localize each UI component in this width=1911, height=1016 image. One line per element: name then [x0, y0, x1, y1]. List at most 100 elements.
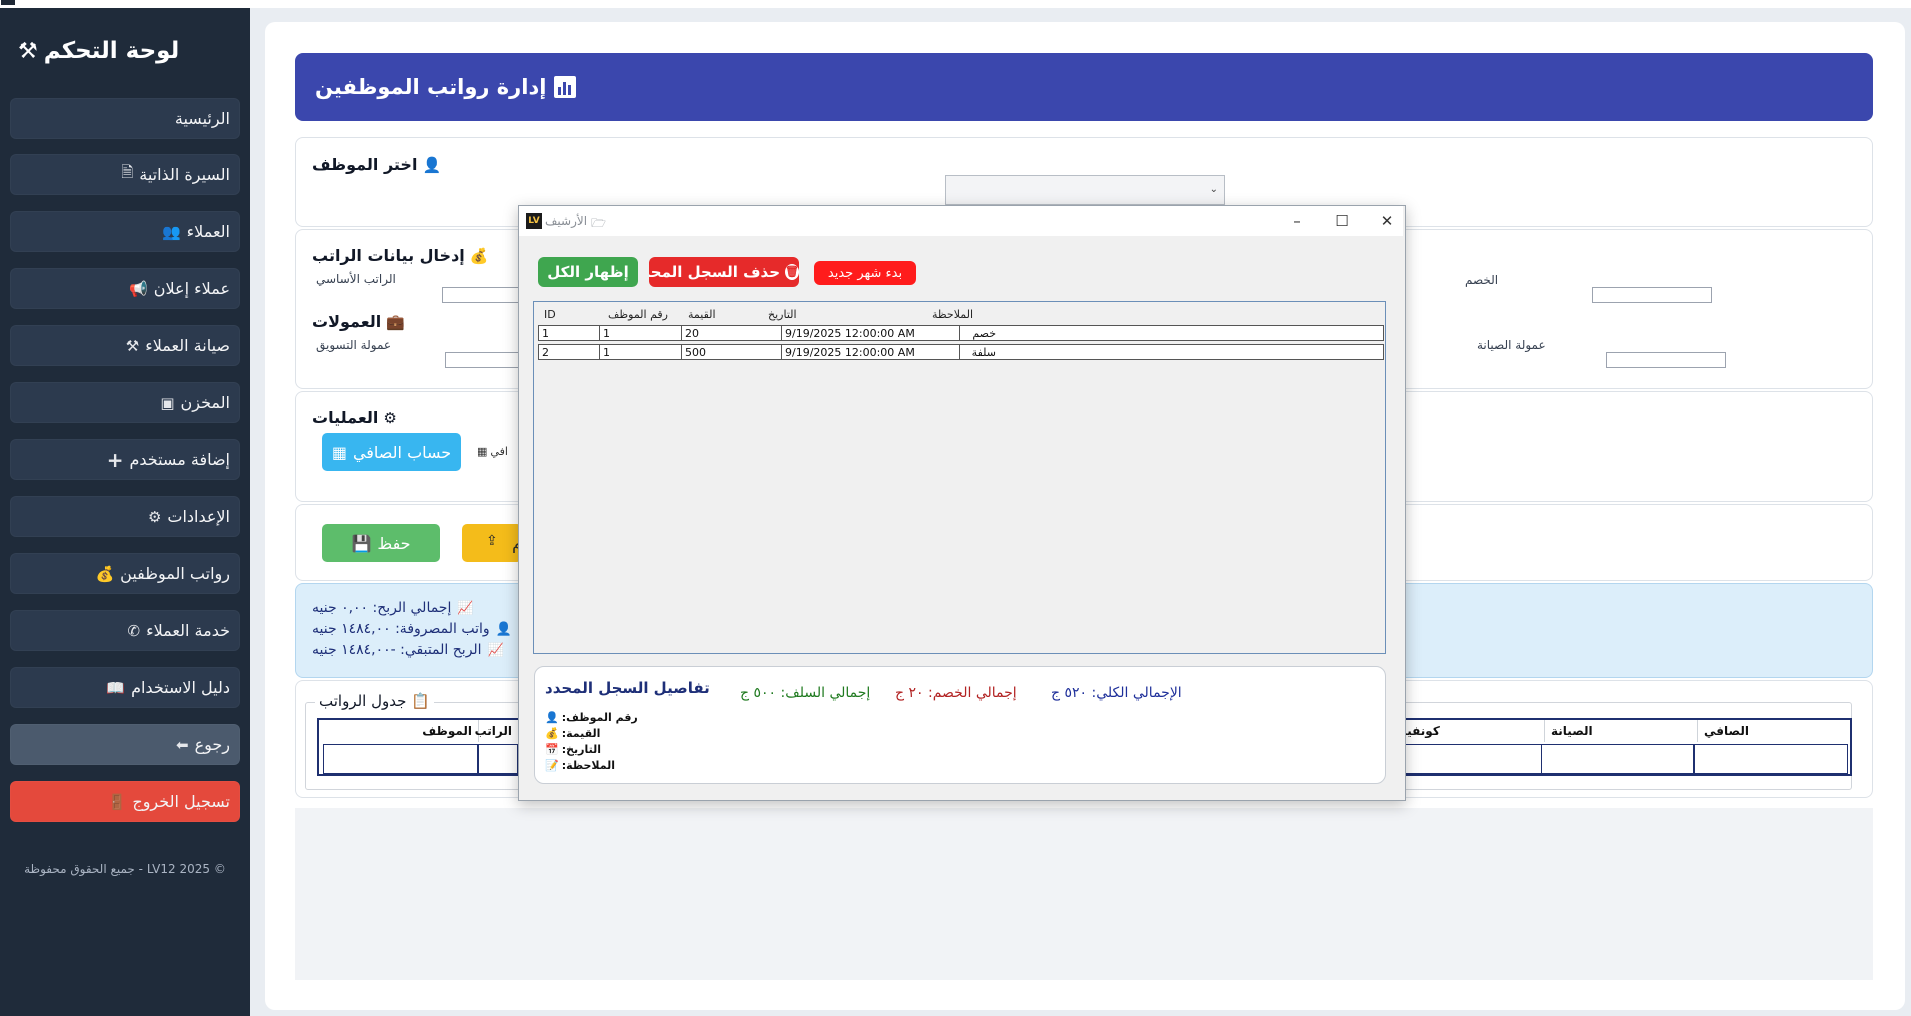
table-row[interactable]: 1 1 20 9/19/2025 12:00:00 AM خصم [538, 325, 1384, 341]
commissions-section-title: 💼 العمولات [312, 312, 405, 331]
plus-icon: + [106, 447, 124, 472]
table-row[interactable]: 2 1 500 9/19/2025 12:00:00 AM سلفة [538, 344, 1384, 360]
table-cell[interactable]: 1 [539, 326, 599, 340]
column-header-net[interactable]: الصافي [1697, 720, 1847, 742]
basic-salary-label: الراتب الأساسي [316, 272, 396, 286]
main-bottom-area [295, 808, 1873, 980]
remaining-profit-text: الربح المتبقي: -١٤٨٤,٠٠ جنيه [312, 642, 482, 658]
sidebar-item-back[interactable]: رجوع ⬅ [10, 724, 240, 765]
export-button[interactable]: م ⇪ [462, 524, 522, 562]
salary-table-title: 📋 جدول الرواتب [315, 692, 435, 710]
table-cell[interactable]: 1 [599, 345, 681, 359]
minimize-button[interactable]: – [1282, 210, 1312, 232]
sidebar-item-customer-service[interactable]: خدمة العملاء ✆ [10, 610, 240, 651]
detail-value: 💰 القيمة: [545, 727, 600, 740]
sidebar-item-label: رواتب الموظفين [120, 564, 230, 583]
sidebar-title-label: لوحة التحكم [43, 38, 180, 64]
sidebar-item-label: عملاء إعلان [153, 279, 230, 298]
column-header-maintenance[interactable]: الصيانة [1544, 720, 1694, 742]
sidebar-item-home[interactable]: الرئيسية [10, 98, 240, 139]
column-header-employee-no[interactable]: رقم الموظف [604, 306, 684, 324]
maximize-button[interactable]: ☐ [1327, 210, 1357, 232]
window-top-strip [0, 0, 1911, 8]
employee-select[interactable]: ⌄ [945, 175, 1225, 205]
sidebar-item-salaries[interactable]: رواتب الموظفين 💰 [10, 553, 240, 594]
sidebar-item-label: المخزن [180, 393, 230, 412]
calculator-icon: ▦ [477, 445, 488, 458]
show-all-label: إظهار الكل [547, 263, 629, 281]
table-cell[interactable]: 9/19/2025 12:00:00 AM [781, 345, 959, 359]
column-header-date[interactable]: التاريخ [764, 306, 924, 324]
sidebar-footer: © 2025 LV12 - جميع الحقوق محفوظة [24, 862, 226, 876]
table-cell[interactable]: خصم [959, 326, 999, 340]
net-result-fragment: افي ▦ [477, 445, 508, 458]
basic-salary-field[interactable] [442, 287, 522, 303]
chart-up-icon: 📈 [457, 600, 474, 616]
calculate-net-label: حساب الصافي [352, 442, 452, 462]
column-header-value[interactable]: القيمة [684, 306, 764, 324]
table-cell[interactable]: 20 [681, 326, 781, 340]
door-icon: 🚪 [107, 792, 127, 811]
note-icon: 📝 [545, 759, 559, 772]
column-header-salary[interactable]: الراتب [475, 720, 518, 742]
record-details-title: تفاصيل السجل المحدد [545, 679, 710, 697]
marketing-commission-label: عمولة التسويق [316, 338, 392, 352]
commissions-section-label: العمولات [312, 312, 382, 331]
detail-employee-no: 👤 رقم الموظف: [545, 711, 638, 724]
table-cell[interactable]: 1 [599, 326, 681, 340]
sidebar-item-ad-clients[interactable]: عملاء إعلان 📢 [10, 268, 240, 309]
page-title: إدارة رواتب الموظفين [315, 75, 547, 99]
close-button[interactable]: ✕ [1372, 210, 1402, 232]
table-cell[interactable] [1541, 744, 1694, 774]
sidebar-item-label: السيرة الذاتية [139, 165, 230, 184]
sidebar-item-settings[interactable]: الإعدادات ⚙ [10, 496, 240, 537]
table-cell[interactable] [1384, 744, 1542, 774]
table-cell[interactable]: 2 [539, 345, 599, 359]
sidebar-item-label: تسجيل الخروج [132, 792, 230, 811]
sidebar-item-label: الإعدادات [167, 507, 230, 526]
calculate-net-button[interactable]: حساب الصافي ▦ [322, 433, 461, 471]
table-cell[interactable]: 9/19/2025 12:00:00 AM [781, 326, 959, 340]
user-icon: 👤 [545, 711, 559, 724]
detail-date-label: التاريخ: [561, 743, 602, 756]
deduction-field[interactable] [1592, 287, 1712, 303]
salaries-paid-line: 👤 واتب المصروفة: ١٤٨٤,٠٠ جنيه [312, 621, 512, 637]
trash-icon: 🗑 [785, 264, 799, 280]
new-month-button[interactable]: بدء شهر جديد [814, 261, 916, 285]
sidebar-item-add-user[interactable]: إضافة مستخدم + [10, 439, 240, 480]
calculator-icon: ▦ [331, 442, 347, 462]
archive-dialog: LV 🗁 الأرشيف – ☐ ✕ إظهار الكل 🗑 حذف السج… [518, 205, 1406, 801]
column-header-employee[interactable]: الموظف [319, 720, 478, 742]
logout-button[interactable]: تسجيل الخروج 🚪 [10, 781, 240, 822]
table-cell[interactable]: 500 [681, 345, 781, 359]
table-cell[interactable] [323, 744, 478, 774]
sidebar-item-user-guide[interactable]: دليل الاستخدام 📖 [10, 667, 240, 708]
document-icon: 🗎 [121, 163, 134, 181]
megaphone-icon: 📢 [129, 279, 148, 298]
clipboard-icon: 📋 [411, 692, 431, 710]
employee-section-label: اختر الموظف [312, 155, 418, 174]
archive-grid[interactable]: ID رقم الموظف القيمة التاريخ الملاحظة 1 … [533, 301, 1386, 654]
detail-date: 📅 التاريخ: [545, 743, 601, 756]
sidebar-item-warehouse[interactable]: المخزن ▣ [10, 382, 240, 423]
column-header-note[interactable]: الملاحظة [928, 306, 1048, 324]
sidebar-item-clients[interactable]: العملاء 👥 [10, 211, 240, 252]
sidebar-item-cv[interactable]: السيرة الذاتية 🗎 [10, 154, 240, 195]
marketing-commission-field[interactable] [445, 352, 523, 368]
save-button[interactable]: حفظ 💾 [322, 524, 440, 562]
total-profit-line: 📈 إجمالي الربح: ٠,٠٠ جنيه [312, 600, 474, 616]
column-header-id[interactable]: ID [540, 306, 600, 324]
table-cell[interactable]: سلفة [959, 345, 999, 359]
user-icon: 👤 [422, 155, 442, 174]
delete-selected-button[interactable]: 🗑 حذف السجل المحدد [649, 257, 799, 287]
calendar-icon: 📅 [545, 743, 559, 756]
column-header-confirm[interactable]: كونفيرم [1384, 720, 1539, 742]
table-cell[interactable] [478, 744, 518, 774]
show-all-button[interactable]: إظهار الكل [538, 257, 638, 287]
detail-value-label: القيمة: [561, 727, 601, 740]
maintenance-commission-field[interactable] [1606, 352, 1726, 368]
app-icon [1, 0, 15, 5]
table-cell[interactable] [1694, 744, 1848, 774]
money-bag-icon: 💰 [469, 246, 489, 265]
sidebar-item-client-maintenance[interactable]: صيانة العملاء ⚒ [10, 325, 240, 366]
